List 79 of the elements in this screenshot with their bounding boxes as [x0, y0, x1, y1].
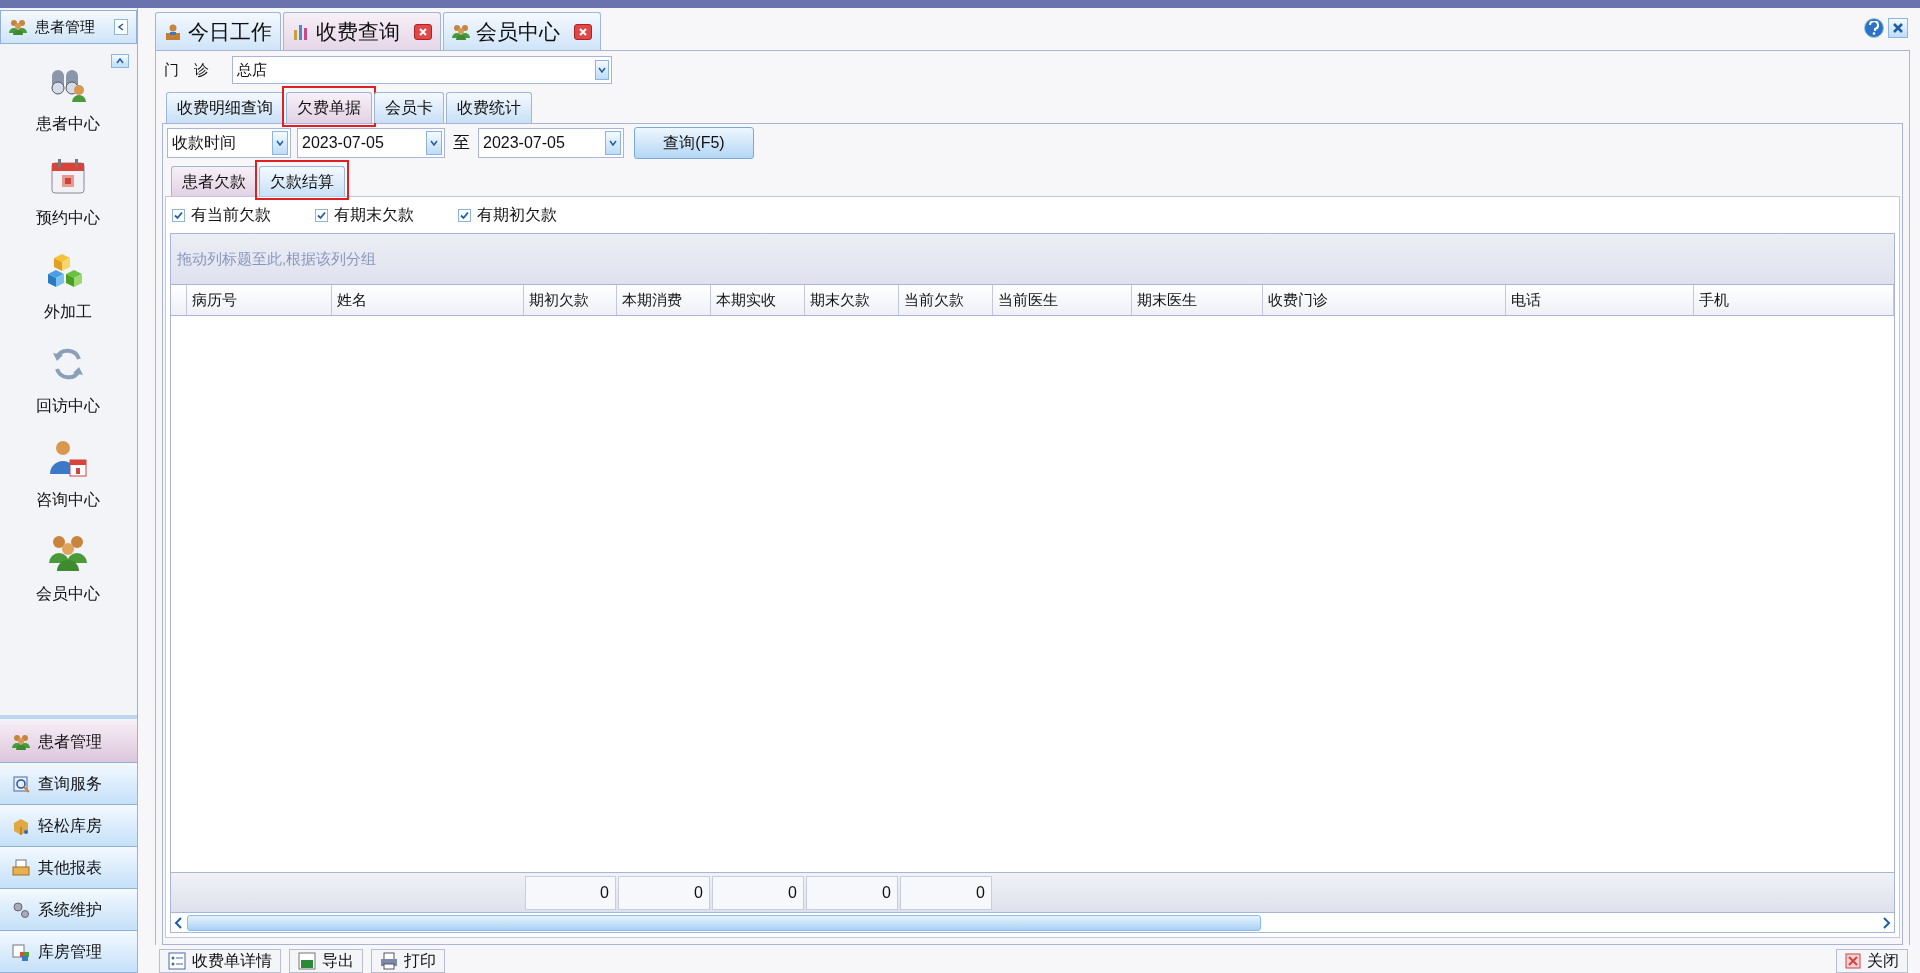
close-button[interactable]: 关闭: [1836, 949, 1908, 973]
column-header[interactable]: 收费门诊: [1263, 285, 1506, 315]
close-icon[interactable]: [574, 23, 592, 40]
people-icon: [9, 19, 27, 35]
nav-button[interactable]: 轻松库房: [0, 805, 137, 847]
people-icon: [452, 23, 470, 40]
spreadsheet-icon: [298, 952, 316, 970]
column-header[interactable]: 当前欠款: [899, 285, 993, 315]
document-tab[interactable]: 今日工作: [155, 12, 281, 50]
column-header[interactable]: 电话: [1506, 285, 1694, 315]
tab[interactable]: 会员卡: [374, 92, 444, 123]
nav-button[interactable]: 库房管理: [0, 931, 137, 973]
tab[interactable]: 欠费单据: [286, 92, 372, 123]
sidebar-title: 患者管理: [35, 16, 96, 37]
column-header[interactable]: 姓名: [332, 285, 524, 315]
horizontal-scrollbar[interactable]: [171, 912, 1894, 932]
printer-icon: [12, 858, 30, 877]
sidebar-item[interactable]: 预约中心: [36, 206, 101, 230]
column-header[interactable]: 期末医生: [1132, 285, 1263, 315]
sidebar-item[interactable]: 咨询中心: [36, 488, 101, 512]
dropdown-field[interactable]: 2023-07-05: [478, 128, 624, 158]
column-header[interactable]: 期末欠款: [805, 285, 899, 315]
windows-icon: [12, 942, 30, 961]
tab[interactable]: 收费明细查询: [166, 92, 284, 123]
total-cell: 0: [900, 875, 992, 910]
total-cell: 0: [525, 875, 616, 910]
column-header[interactable]: 当前医生: [993, 285, 1132, 315]
person-desk-icon: [164, 22, 182, 41]
checkbox-label: 有当前欠款: [191, 205, 271, 225]
document-tab[interactable]: 会员中心: [443, 12, 601, 50]
scrollbar-thumb[interactable]: [187, 914, 1261, 931]
checkbox[interactable]: [315, 208, 328, 222]
printer-icon: [380, 952, 398, 970]
checkbox[interactable]: [458, 208, 471, 222]
sidebar-item[interactable]: 患者中心: [36, 112, 101, 136]
nav-button[interactable]: 其他报表: [0, 847, 137, 889]
people-icon: [12, 733, 30, 750]
column-header[interactable]: 病历号: [187, 285, 332, 315]
close-icon[interactable]: [414, 23, 432, 40]
toolbar-button[interactable]: 收费单详情: [159, 949, 281, 973]
list-icon: [168, 952, 186, 970]
group-hint: 拖动列标题至此,根据该列分组: [177, 248, 377, 269]
total-cell: 0: [618, 875, 710, 910]
box-cart-icon: [12, 816, 30, 835]
document-tab[interactable]: 收费查询: [283, 12, 441, 50]
sidebar-item[interactable]: 回访中心: [36, 394, 101, 418]
clinic-label: 门 诊: [163, 59, 210, 80]
close-icon: [1845, 953, 1861, 969]
to-label: 至: [453, 132, 470, 155]
bar-chart-icon: [292, 22, 310, 41]
nav-button[interactable]: 患者管理: [0, 721, 137, 763]
column-header[interactable]: 手机: [1694, 285, 1894, 315]
column-header[interactable]: 本期实收: [711, 285, 805, 315]
toolbar-button[interactable]: 打印: [371, 949, 445, 973]
checkbox[interactable]: [172, 208, 185, 222]
dropdown-field[interactable]: 收款时间: [167, 128, 291, 158]
gears-icon: [12, 900, 30, 919]
checkbox-label: 有期末欠款: [334, 205, 414, 225]
sidebar-item[interactable]: 外加工: [44, 300, 93, 324]
tab[interactable]: 患者欠款: [171, 166, 257, 196]
tab[interactable]: 收费统计: [446, 92, 532, 123]
close-icon[interactable]: [1888, 18, 1908, 38]
checkbox-label: 有期初欠款: [477, 205, 557, 225]
total-cell: 0: [806, 875, 898, 910]
collapse-icon[interactable]: [113, 19, 128, 35]
nav-button[interactable]: 查询服务: [0, 763, 137, 805]
column-header[interactable]: 本期消费: [617, 285, 711, 315]
dropdown-field[interactable]: 2023-07-05: [297, 128, 445, 158]
total-cell: 0: [712, 875, 804, 910]
nav-button[interactable]: 系统维护: [0, 889, 137, 931]
help-icon[interactable]: [1864, 18, 1884, 38]
column-header[interactable]: 期初欠款: [524, 285, 617, 315]
sidebar-item[interactable]: 会员中心: [36, 582, 101, 606]
toolbar-button[interactable]: 导出: [289, 949, 363, 973]
scroll-up-icon[interactable]: [110, 54, 129, 68]
query-button[interactable]: 查询(F5): [634, 127, 754, 159]
tab[interactable]: 欠款结算: [259, 166, 345, 196]
search-icon: [12, 774, 30, 793]
clinic-dropdown[interactable]: 总店: [232, 56, 612, 84]
